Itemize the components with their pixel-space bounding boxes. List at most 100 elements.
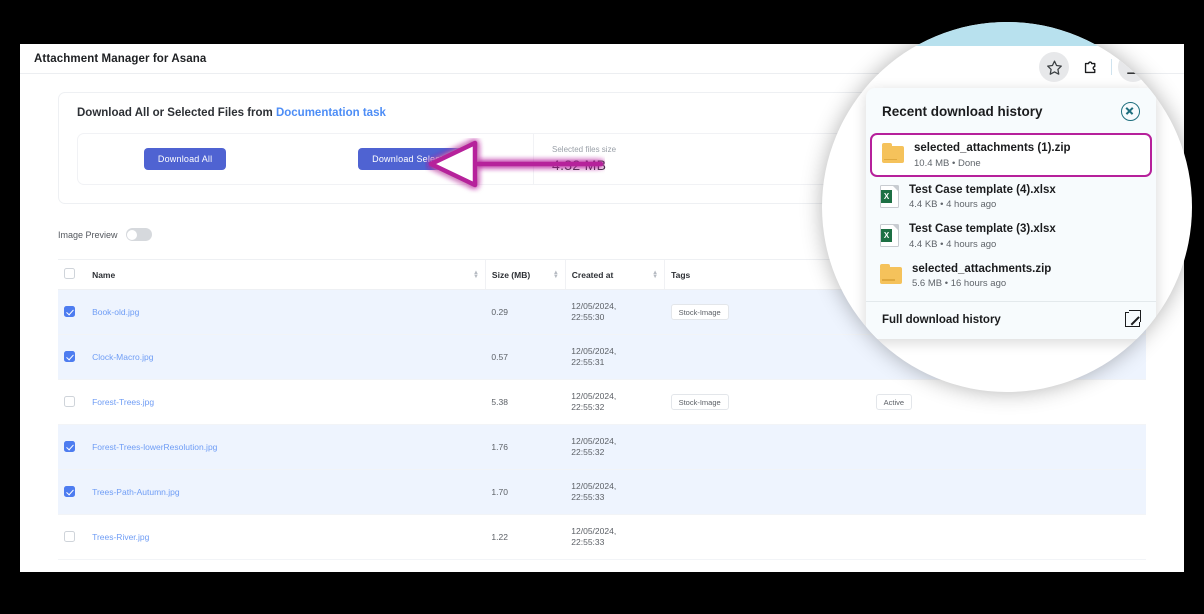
downloads-icon[interactable]: [1118, 52, 1148, 82]
selected-files-size-value: 4.32 MB: [552, 157, 607, 173]
download-item-name: selected_attachments.zip: [912, 262, 1052, 275]
file-name-link[interactable]: Clock-Macro.jpg: [92, 352, 153, 362]
download-item-meta: 10.4 MB • Done: [914, 157, 981, 169]
file-name-cell: Book-old.jpg: [86, 289, 486, 335]
status-badge: Active: [875, 394, 913, 410]
selected-files-size: Selected files size 4.32 MB: [534, 145, 616, 173]
file-size-cell: 0.57: [485, 334, 566, 380]
table-row[interactable]: Forest-Trees-lowerResolution.jpg 1.76 12/0…: [58, 424, 1146, 470]
row-checkbox[interactable]: [64, 440, 75, 452]
file-name-cell: Clock-Macro.jpg: [86, 334, 486, 380]
file-name-cell: Forest-Trees-lowerResolution.jpg: [86, 424, 486, 470]
file-size-cell: 0.29: [485, 289, 566, 335]
column-header-created: Created at ▲ ▼: [564, 259, 665, 290]
app-title: Attachment Manager for Asana: [34, 52, 207, 65]
file-name-link[interactable]: Book-old.jpg: [92, 307, 139, 317]
file-name-link[interactable]: Trees-River.jpg: [92, 532, 149, 542]
select-all-header: [58, 259, 87, 290]
row-checkbox-cell: [58, 379, 87, 425]
open-external-icon[interactable]: [1125, 310, 1141, 328]
table-row[interactable]: Trees-Path-Autumn.jpg 1.70 12/05/2024, 22:5…: [58, 469, 1146, 515]
profile-avatar[interactable]: C: [1154, 56, 1176, 78]
file-size-cell: 1.76: [485, 424, 566, 470]
file-created-cell: 12/05/2024, 22:55:32: [565, 379, 665, 425]
download-all-button[interactable]: Download All: [143, 148, 227, 170]
excel-file-icon: [880, 184, 899, 208]
zip-folder-icon: [882, 143, 904, 164]
file-status-cell: [869, 514, 974, 560]
browser-tabstrip: [822, 22, 1192, 46]
screenshot-frame: Attachment Manager for Asana Download Al…: [0, 0, 1204, 614]
row-checkbox[interactable]: [64, 305, 75, 317]
full-download-history-label: Full download history: [882, 313, 1001, 326]
file-name-link[interactable]: Forest-Trees.jpg: [92, 397, 154, 407]
row-checkbox-cell: [58, 469, 87, 515]
column-label-name: Name: [92, 269, 116, 280]
sort-size-icon[interactable]: ▲ ▼: [553, 270, 559, 280]
sort-name-icon[interactable]: ▲ ▼: [473, 270, 479, 280]
download-item-name: Test Case template (3).xlsx: [909, 223, 1056, 236]
tag-badge: Stock-Image: [670, 394, 729, 410]
bookmark-star-icon[interactable]: [1039, 52, 1069, 82]
sort-created-icon[interactable]: ▲ ▼: [652, 270, 658, 280]
file-name-cell: Trees-Path-Autumn.jpg: [86, 469, 486, 515]
row-checkbox[interactable]: [64, 485, 75, 497]
image-preview-toggle[interactable]: [125, 228, 152, 241]
close-icon[interactable]: [1121, 102, 1140, 121]
file-tags-cell: [664, 514, 870, 560]
column-label-created: Created at: [571, 269, 614, 280]
row-checkbox-cell: [58, 514, 87, 560]
tag-badge: Stock-Image: [670, 304, 729, 320]
file-created-cell: 12/05/2024, 22:55:30: [565, 289, 665, 335]
browser-toolbar: C: [822, 46, 1192, 88]
download-item-meta: 4.4 KB • 4 hours ago: [909, 238, 997, 250]
download-selected-button[interactable]: Download Selected: [358, 148, 468, 170]
extensions-puzzle-icon[interactable]: [1075, 52, 1105, 82]
select-all-checkbox[interactable]: [64, 268, 75, 279]
file-created-cell: 12/05/2024, 22:55:32: [565, 424, 665, 470]
zip-folder-icon: [880, 263, 902, 284]
file-name-cell: Trees-River.jpg: [86, 514, 486, 560]
file-tags-cell: [664, 424, 870, 470]
table-row[interactable]: Trees-River.jpg 1.22 12/05/2024, 22:55:33: [58, 514, 1146, 560]
file-size-cell: 1.22: [485, 514, 566, 560]
row-checkbox[interactable]: [64, 530, 75, 542]
download-item-meta: 5.6 MB • 16 hours ago: [912, 278, 1007, 290]
documentation-task-link[interactable]: Documentation task: [276, 107, 386, 119]
download-history-item[interactable]: selected_attachments (1).zip 10.4 MB • Do…: [870, 133, 1152, 177]
download-item-name: Test Case template (4).xlsx: [909, 183, 1056, 196]
download-history-header: Recent download history: [866, 102, 1156, 133]
file-created-cell: 12/05/2024, 22:55:33: [565, 469, 665, 515]
download-history-item[interactable]: selected_attachments.zip 5.6 MB • 16 hour…: [866, 256, 1156, 296]
file-notes-cell: [973, 424, 1146, 470]
file-size-cell: 5.38: [485, 379, 566, 425]
download-panel-heading-text: Download All or Selected Files from: [77, 107, 276, 119]
file-status-cell: [869, 424, 974, 470]
magnifier-circle: C Recent download history selected_attac…: [822, 22, 1192, 392]
row-checkbox[interactable]: [64, 395, 75, 407]
file-created-cell: 12/05/2024, 22:55:33: [565, 514, 665, 560]
download-history-panel: Recent download history selected_attachm…: [866, 88, 1156, 340]
file-size-cell: 1.70: [485, 469, 566, 515]
download-history-title: Recent download history: [882, 104, 1043, 119]
full-download-history-row[interactable]: Full download history: [866, 301, 1156, 339]
download-buttons-group: Download All Download Selected: [78, 134, 533, 184]
file-name-link[interactable]: Trees-Path-Autumn.jpg: [92, 487, 180, 497]
column-label-tags: Tags: [671, 269, 691, 280]
column-header-size: Size (MB) ▲ ▼: [484, 259, 566, 290]
file-status-cell: [869, 469, 974, 515]
download-history-list: selected_attachments (1).zip 10.4 MB • Do…: [866, 133, 1156, 295]
row-checkbox-cell: [58, 289, 87, 335]
file-name-link[interactable]: Forest-Trees-lowerResolution.jpg: [92, 442, 217, 452]
download-history-item[interactable]: Test Case template (3).xlsx 4.4 KB • 4 ho…: [866, 216, 1156, 256]
row-checkbox-cell: [58, 334, 87, 380]
file-tags-cell: [664, 469, 870, 515]
row-checkbox-cell: [58, 424, 87, 470]
selected-files-size-label: Selected files size: [552, 145, 617, 154]
file-notes-cell: [973, 469, 1146, 515]
file-created-cell: 12/05/2024, 22:55:31: [565, 334, 665, 380]
column-header-name: Name ▲ ▼: [86, 259, 486, 290]
row-checkbox[interactable]: [64, 350, 75, 362]
download-history-item[interactable]: Test Case template (4).xlsx 4.4 KB • 4 ho…: [866, 177, 1156, 217]
image-preview-label: Image Preview: [58, 229, 118, 240]
